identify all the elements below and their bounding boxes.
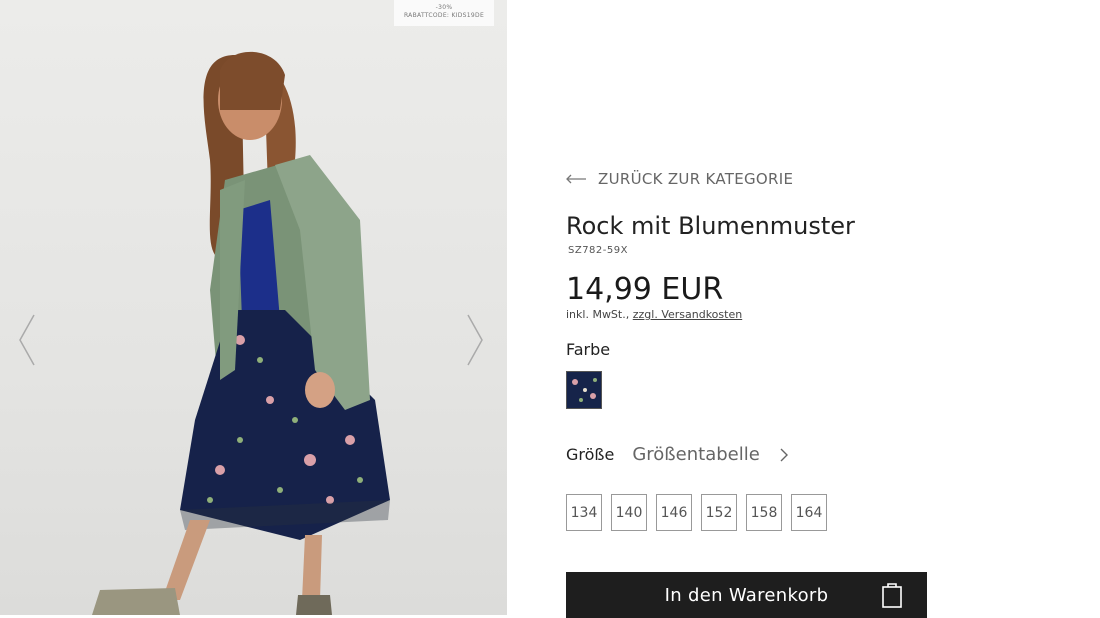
arrow-left-icon: [566, 174, 586, 184]
product-sku: SZ782-59X: [568, 245, 628, 256]
size-option-140[interactable]: 140: [611, 494, 647, 531]
back-link-label: ZURÜCK ZUR KATEGORIE: [598, 170, 794, 188]
size-option-146[interactable]: 146: [656, 494, 692, 531]
gallery-next-button[interactable]: [460, 310, 490, 370]
size-option-134[interactable]: 134: [566, 494, 602, 531]
chevron-left-icon: [19, 314, 35, 366]
size-row: Größe Größentabelle: [566, 444, 788, 465]
shopping-bag-icon: [882, 583, 902, 608]
size-option-152[interactable]: 152: [701, 494, 737, 531]
product-price: 14,99 EUR: [566, 272, 724, 307]
product-title: Rock mit Blumenmuster: [566, 212, 855, 240]
size-option-158[interactable]: 158: [746, 494, 782, 531]
chevron-right-icon: [780, 448, 788, 461]
color-label: Farbe: [566, 340, 611, 359]
tax-info: inkl. MwSt., zzgl. Versandkosten: [566, 308, 742, 321]
back-to-category-link[interactable]: ZURÜCK ZUR KATEGORIE: [566, 170, 793, 188]
shipping-costs-link[interactable]: zzgl. Versandkosten: [633, 308, 742, 321]
promo-discount: -30%: [435, 4, 453, 11]
product-image-gallery: -30% RABATTCODE: KIDS19DE: [0, 0, 507, 615]
size-option-164[interactable]: 164: [791, 494, 827, 531]
chevron-right-icon: [467, 314, 483, 366]
add-to-cart-label: In den Warenkorb: [664, 584, 829, 606]
add-to-cart-button[interactable]: In den Warenkorb: [566, 572, 927, 618]
tax-prefix: inkl. MwSt.,: [566, 308, 630, 321]
size-chart-link[interactable]: Größentabelle: [632, 444, 788, 465]
promo-code: RABATTCODE: KIDS19DE: [403, 12, 485, 19]
size-chart-label: Größentabelle: [632, 444, 760, 465]
product-photo: [92, 51, 390, 615]
promo-badge: -30% RABATTCODE: KIDS19DE: [394, 0, 494, 26]
size-label: Größe: [566, 445, 615, 464]
gallery-prev-button[interactable]: [12, 310, 42, 370]
swatch-pattern: [567, 372, 601, 408]
size-options: 134 140 146 152 158 164: [566, 494, 836, 531]
color-swatch[interactable]: [566, 371, 602, 409]
